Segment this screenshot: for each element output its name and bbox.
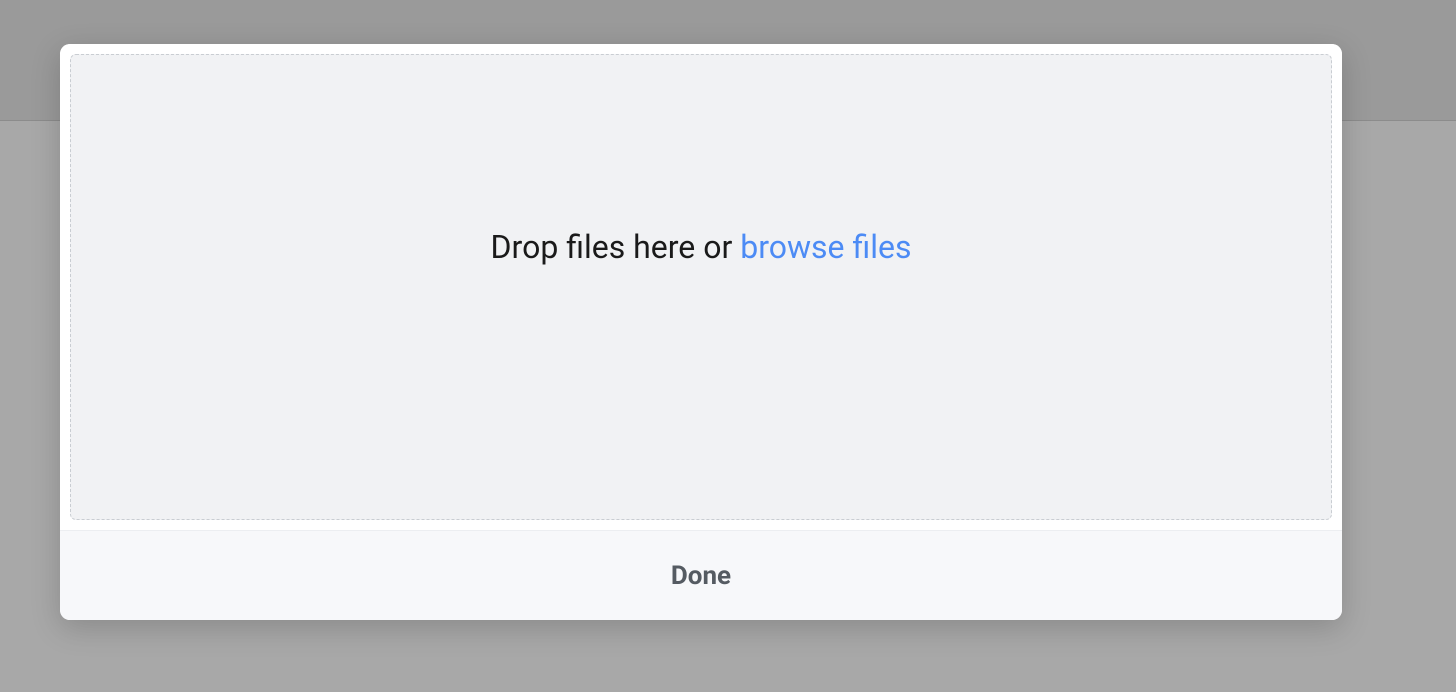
browse-files-link[interactable]: browse files: [740, 228, 911, 266]
file-dropzone[interactable]: Drop files here or browse files: [70, 54, 1332, 520]
dropzone-prompt-text: Drop files here or: [491, 228, 741, 266]
dropzone-container: Drop files here or browse files: [60, 44, 1342, 530]
done-button[interactable]: Done: [651, 553, 751, 599]
dropzone-prompt: Drop files here or browse files: [491, 228, 912, 266]
upload-modal: Drop files here or browse files Done: [60, 44, 1342, 620]
modal-footer: Done: [60, 530, 1342, 620]
